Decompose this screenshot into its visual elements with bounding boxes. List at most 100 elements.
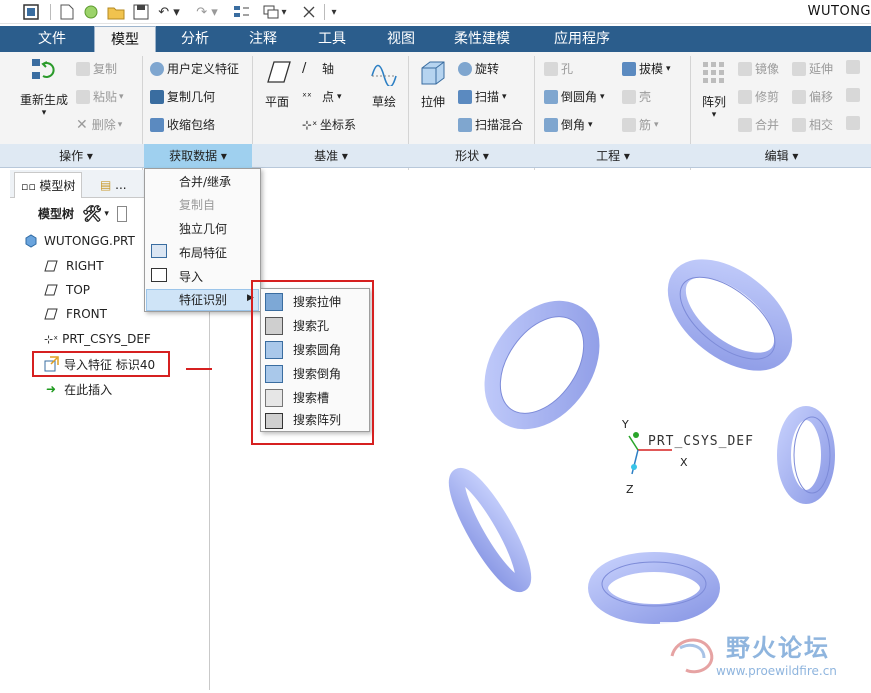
tree-item-right[interactable]: RIGHT — [44, 255, 104, 277]
tree-root[interactable]: WUTONGG.PRT — [24, 230, 135, 252]
intersect-button[interactable]: 相交 — [792, 116, 833, 133]
extend-button[interactable]: 延伸 — [792, 60, 833, 77]
app-icon[interactable] — [22, 3, 40, 21]
axis-button[interactable]: / 轴 — [302, 60, 334, 77]
axis-x-label: X — [680, 456, 688, 469]
tree-item-csys[interactable]: ⊹ˣ PRT_CSYS_DEF — [44, 328, 151, 350]
mirror-icon — [738, 61, 752, 76]
regenerate-icon[interactable] — [232, 3, 252, 21]
extrude-button[interactable]: 拉伸 — [414, 58, 452, 110]
menu-item-copy-from[interactable]: 复制自 — [179, 194, 215, 216]
plane-label: 平面 — [264, 95, 289, 109]
more-editing-icon[interactable] — [846, 60, 863, 74]
paste-icon — [76, 89, 90, 104]
shrinkwrap-button[interactable]: 收缩包络 — [150, 116, 215, 133]
point-icon: ˣˣ — [302, 90, 312, 103]
delete-button[interactable]: ✕ 删除 ▾ — [76, 116, 122, 133]
ring-3 — [777, 406, 835, 504]
part-icon — [25, 234, 37, 248]
layout-feature-icon — [151, 244, 167, 258]
tab-file[interactable]: 文件 — [10, 26, 94, 52]
axis-y-label: Y — [622, 418, 629, 431]
settings-dropdown-icon[interactable]: ▾ — [104, 209, 109, 219]
shell-button[interactable]: 壳 — [622, 88, 651, 105]
regenerate-button[interactable]: 重新生成 ▾ — [16, 56, 72, 118]
menu-item-layout-feature[interactable]: 布局特征 — [179, 242, 227, 264]
tree-item-front[interactable]: FRONT — [44, 303, 107, 325]
menu-item-independent-geometry[interactable]: 独立几何 — [179, 218, 227, 240]
point-button[interactable]: ˣˣ 点 ▾ — [302, 88, 342, 105]
get-data-menu: 合并/继承 复制自 独立几何 布局特征 导入 特征识别 ▶ — [144, 168, 261, 312]
offset-button[interactable]: 偏移 — [792, 88, 833, 105]
chamfer-button[interactable]: 倒角 ▾ — [544, 116, 593, 133]
merge-button[interactable]: 合并 — [738, 116, 779, 133]
group-engineering[interactable]: 工程 ▾ — [536, 144, 690, 168]
menu-item-merge-inheritance[interactable]: 合并/继承 — [179, 171, 231, 193]
more-editing-icon-3[interactable] — [846, 116, 863, 130]
tab-folder-browser[interactable]: ▤ ... — [94, 172, 133, 198]
show-icon[interactable] — [116, 205, 127, 222]
revolve-button[interactable]: 旋转 — [458, 60, 499, 77]
ribbon-panel: 重新生成 ▾ 复制 粘贴 ▾ ✕ 删除 ▾ 用户定义特征 复制几何 收缩包络 平面 /… — [0, 52, 871, 192]
group-editing[interactable]: 编辑 ▾ — [692, 144, 871, 168]
mirror-button[interactable]: 镜像 — [738, 60, 779, 77]
watermark-url: www.proewildfire.cn — [716, 664, 837, 678]
rib-button[interactable]: 筋 ▾ — [622, 116, 659, 133]
tab-flexible-modeling[interactable]: 柔性建模 — [430, 26, 534, 52]
group-shapes[interactable]: 形状 ▾ — [410, 144, 534, 168]
datum-plane-icon — [44, 308, 58, 320]
open-circle-icon[interactable] — [82, 3, 100, 21]
group-datum[interactable]: 基准 ▾ — [254, 144, 408, 168]
copy-icon — [76, 61, 90, 76]
redo-icon[interactable]: ↷ ▾ — [194, 3, 220, 21]
new-icon[interactable] — [58, 3, 76, 21]
round-button[interactable]: 倒圆角 ▾ — [544, 88, 605, 105]
copy-geometry-button[interactable]: 复制几何 — [150, 88, 215, 105]
pattern-button[interactable]: 阵列 ▾ — [696, 58, 732, 120]
tab-model[interactable]: 模型 — [94, 26, 156, 52]
tab-model-tree[interactable]: ▫▫ 模型树 — [14, 172, 83, 198]
sketch-button[interactable]: 草绘 — [366, 58, 402, 110]
highlight-box-submenu — [251, 280, 374, 445]
undo-icon[interactable]: ↶ ▾ — [156, 3, 182, 21]
open-folder-icon[interactable] — [106, 3, 126, 21]
more-editing-icon-2[interactable] — [846, 88, 863, 102]
tab-applications[interactable]: 应用程序 — [534, 26, 630, 52]
draft-button[interactable]: 拔模 ▾ — [622, 60, 671, 77]
hole-button[interactable]: 孔 — [544, 60, 573, 77]
settings-tool-icon[interactable]: 🛠 — [82, 204, 102, 223]
group-get-data[interactable]: 获取数据 ▾ — [144, 144, 252, 168]
insert-arrow-icon: ➜ — [46, 382, 57, 396]
sweep-button[interactable]: 扫描 ▾ — [458, 88, 507, 105]
merge-icon — [738, 117, 752, 132]
plane-button[interactable]: 平面 — [258, 58, 296, 110]
sketch-label: 草绘 — [371, 95, 396, 109]
round-icon — [544, 89, 558, 104]
copy-button[interactable]: 复制 — [76, 60, 117, 77]
swept-blend-icon — [458, 117, 472, 132]
paste-button[interactable]: 粘贴 ▾ — [76, 88, 124, 105]
tab-analysis[interactable]: 分析 — [156, 26, 234, 52]
close-icon[interactable] — [300, 3, 318, 21]
shrinkwrap-icon — [150, 117, 164, 132]
menu-item-import[interactable]: 导入 — [179, 266, 203, 288]
customize-icon[interactable]: ▾ — [328, 3, 340, 21]
tree-item-top[interactable]: TOP — [44, 279, 90, 301]
watermark-title: 野火论坛 — [726, 634, 830, 662]
windows-icon[interactable]: ▾ — [260, 3, 290, 21]
title-bar: ↶ ▾ ↷ ▾ ▾ ▾ WUTONG — [0, 0, 871, 24]
swept-blend-button[interactable]: 扫描混合 — [458, 116, 523, 133]
menu-item-feature-recognition[interactable]: 特征识别 — [179, 289, 227, 311]
tree-item-insert-here[interactable]: ➜ 在此插入 — [46, 378, 112, 400]
group-operations[interactable]: 操作 ▾ — [10, 144, 142, 168]
revolve-icon — [458, 61, 472, 76]
tab-view[interactable]: 视图 — [372, 26, 430, 52]
udf-button[interactable]: 用户定义特征 — [150, 60, 239, 77]
tab-annotate[interactable]: 注释 — [234, 26, 292, 52]
trim-button[interactable]: 修剪 — [738, 88, 779, 105]
hole-icon — [544, 61, 558, 76]
save-icon[interactable] — [132, 3, 150, 21]
tab-tools[interactable]: 工具 — [292, 26, 372, 52]
window-title: WUTONG — [807, 4, 871, 19]
csys-button[interactable]: ⊹ˣ 坐标系 — [302, 116, 356, 133]
